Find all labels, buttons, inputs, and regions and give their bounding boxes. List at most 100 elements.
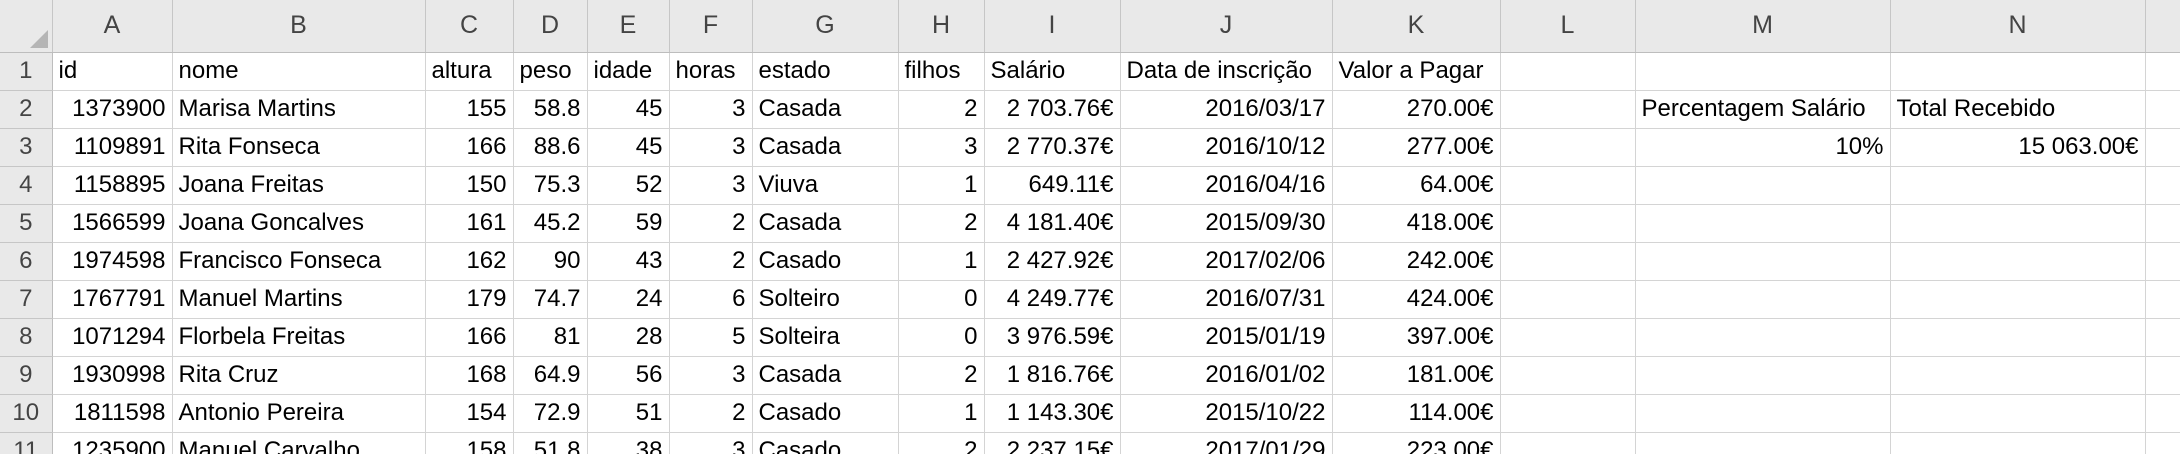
cell[interactable]: 1 143.30€ xyxy=(984,394,1121,433)
cell[interactable]: Viuva xyxy=(752,166,899,205)
cell[interactable]: 4 181.40€ xyxy=(984,204,1121,243)
cell[interactable]: 51 xyxy=(587,394,670,433)
cell[interactable]: 2 xyxy=(898,356,985,395)
cell[interactable]: 64.9 xyxy=(513,356,588,395)
cell[interactable]: 2 xyxy=(898,90,985,129)
cell[interactable]: 52 xyxy=(587,166,670,205)
cell[interactable] xyxy=(1890,52,2146,91)
cell[interactable]: 2016/01/02 xyxy=(1120,356,1333,395)
cell[interactable]: Casada xyxy=(752,90,899,129)
cell[interactable]: 45 xyxy=(587,128,670,167)
cell[interactable]: 2 xyxy=(898,204,985,243)
cell[interactable]: 2017/01/29 xyxy=(1120,432,1333,454)
cell[interactable]: 424.00€ xyxy=(1332,280,1501,319)
cell[interactable]: 4 249.77€ xyxy=(984,280,1121,319)
cell[interactable]: Florbela Freitas xyxy=(172,318,426,357)
cell[interactable] xyxy=(1635,394,1891,433)
cell[interactable]: Francisco Fonseca xyxy=(172,242,426,281)
cell[interactable]: Percentagem Salário xyxy=(1635,90,1891,129)
cell[interactable] xyxy=(1890,356,2146,395)
column-header-e[interactable]: E xyxy=(587,0,670,53)
row-header[interactable]: 6 xyxy=(0,242,53,281)
cell[interactable]: Salário xyxy=(984,52,1121,91)
cell[interactable] xyxy=(1890,394,2146,433)
cell[interactable]: Solteiro xyxy=(752,280,899,319)
cell[interactable] xyxy=(1635,204,1891,243)
column-header-d[interactable]: D xyxy=(513,0,588,53)
cell[interactable]: 45.2 xyxy=(513,204,588,243)
cell[interactable] xyxy=(1635,356,1891,395)
cell[interactable]: Rita Cruz xyxy=(172,356,426,395)
cell[interactable]: 1767791 xyxy=(52,280,173,319)
cell[interactable]: 179 xyxy=(425,280,514,319)
cell[interactable]: 81 xyxy=(513,318,588,357)
cell[interactable]: 1071294 xyxy=(52,318,173,357)
cell[interactable]: 72.9 xyxy=(513,394,588,433)
cell[interactable]: 1974598 xyxy=(52,242,173,281)
cell[interactable]: Casado xyxy=(752,394,899,433)
cell[interactable]: Valor a Pagar xyxy=(1332,52,1501,91)
cell[interactable]: 1 816.76€ xyxy=(984,356,1121,395)
cell[interactable]: Marisa Martins xyxy=(172,90,426,129)
cell[interactable]: Solteira xyxy=(752,318,899,357)
row-header[interactable]: 2 xyxy=(0,90,53,129)
cell[interactable] xyxy=(1890,280,2146,319)
column-header-l[interactable]: L xyxy=(1500,0,1636,53)
column-header-m[interactable]: M xyxy=(1635,0,1891,53)
cell[interactable]: 3 xyxy=(669,166,753,205)
cell[interactable]: 223.00€ xyxy=(1332,432,1501,454)
cell[interactable]: 155 xyxy=(425,90,514,129)
cell[interactable] xyxy=(1500,394,1636,433)
cell[interactable]: 270.00€ xyxy=(1332,90,1501,129)
cell[interactable]: 2 xyxy=(669,204,753,243)
cell[interactable] xyxy=(2145,52,2180,91)
column-header-b[interactable]: B xyxy=(172,0,426,53)
cell[interactable] xyxy=(1635,280,1891,319)
cell[interactable]: Casada xyxy=(752,204,899,243)
cell[interactable]: Manuel Martins xyxy=(172,280,426,319)
cell[interactable]: 3 xyxy=(669,432,753,454)
cell[interactable]: 277.00€ xyxy=(1332,128,1501,167)
cell[interactable]: Manuel Carvalho xyxy=(172,432,426,454)
cell[interactable]: Casado xyxy=(752,242,899,281)
cell[interactable] xyxy=(2145,166,2180,205)
cell[interactable]: 162 xyxy=(425,242,514,281)
column-header-k[interactable]: K xyxy=(1332,0,1501,53)
cell[interactable] xyxy=(2145,204,2180,243)
cell[interactable] xyxy=(2145,280,2180,319)
cell[interactable]: 154 xyxy=(425,394,514,433)
cell[interactable]: 1235900 xyxy=(52,432,173,454)
cell[interactable] xyxy=(1890,432,2146,454)
cell[interactable]: 1 xyxy=(898,394,985,433)
cell[interactable]: 2015/09/30 xyxy=(1120,204,1333,243)
cell[interactable]: 2016/04/16 xyxy=(1120,166,1333,205)
cell[interactable] xyxy=(1890,166,2146,205)
row-header[interactable]: 10 xyxy=(0,394,53,433)
row-header[interactable]: 9 xyxy=(0,356,53,395)
cell[interactable]: 1 xyxy=(898,242,985,281)
cell[interactable] xyxy=(1635,432,1891,454)
cell[interactable] xyxy=(1635,318,1891,357)
cell[interactable]: filhos xyxy=(898,52,985,91)
cell[interactable] xyxy=(1500,90,1636,129)
column-header-f[interactable]: F xyxy=(669,0,753,53)
row-header[interactable]: 1 xyxy=(0,52,53,91)
cell[interactable]: 74.7 xyxy=(513,280,588,319)
cell[interactable]: 88.6 xyxy=(513,128,588,167)
cell[interactable]: Casada xyxy=(752,356,899,395)
cell[interactable]: 59 xyxy=(587,204,670,243)
column-header-partial[interactable] xyxy=(2145,0,2180,53)
cell[interactable]: 0 xyxy=(898,280,985,319)
cell[interactable]: 38 xyxy=(587,432,670,454)
cell[interactable]: Antonio Pereira xyxy=(172,394,426,433)
cell[interactable]: 161 xyxy=(425,204,514,243)
cell[interactable] xyxy=(2145,90,2180,129)
cell[interactable]: 6 xyxy=(669,280,753,319)
cell[interactable] xyxy=(1500,52,1636,91)
cell[interactable]: 2 xyxy=(669,242,753,281)
cell[interactable]: 649.11€ xyxy=(984,166,1121,205)
cell[interactable]: 2017/02/06 xyxy=(1120,242,1333,281)
cell[interactable]: 2 xyxy=(669,394,753,433)
cell[interactable]: 2 xyxy=(898,432,985,454)
cell[interactable] xyxy=(2145,432,2180,454)
